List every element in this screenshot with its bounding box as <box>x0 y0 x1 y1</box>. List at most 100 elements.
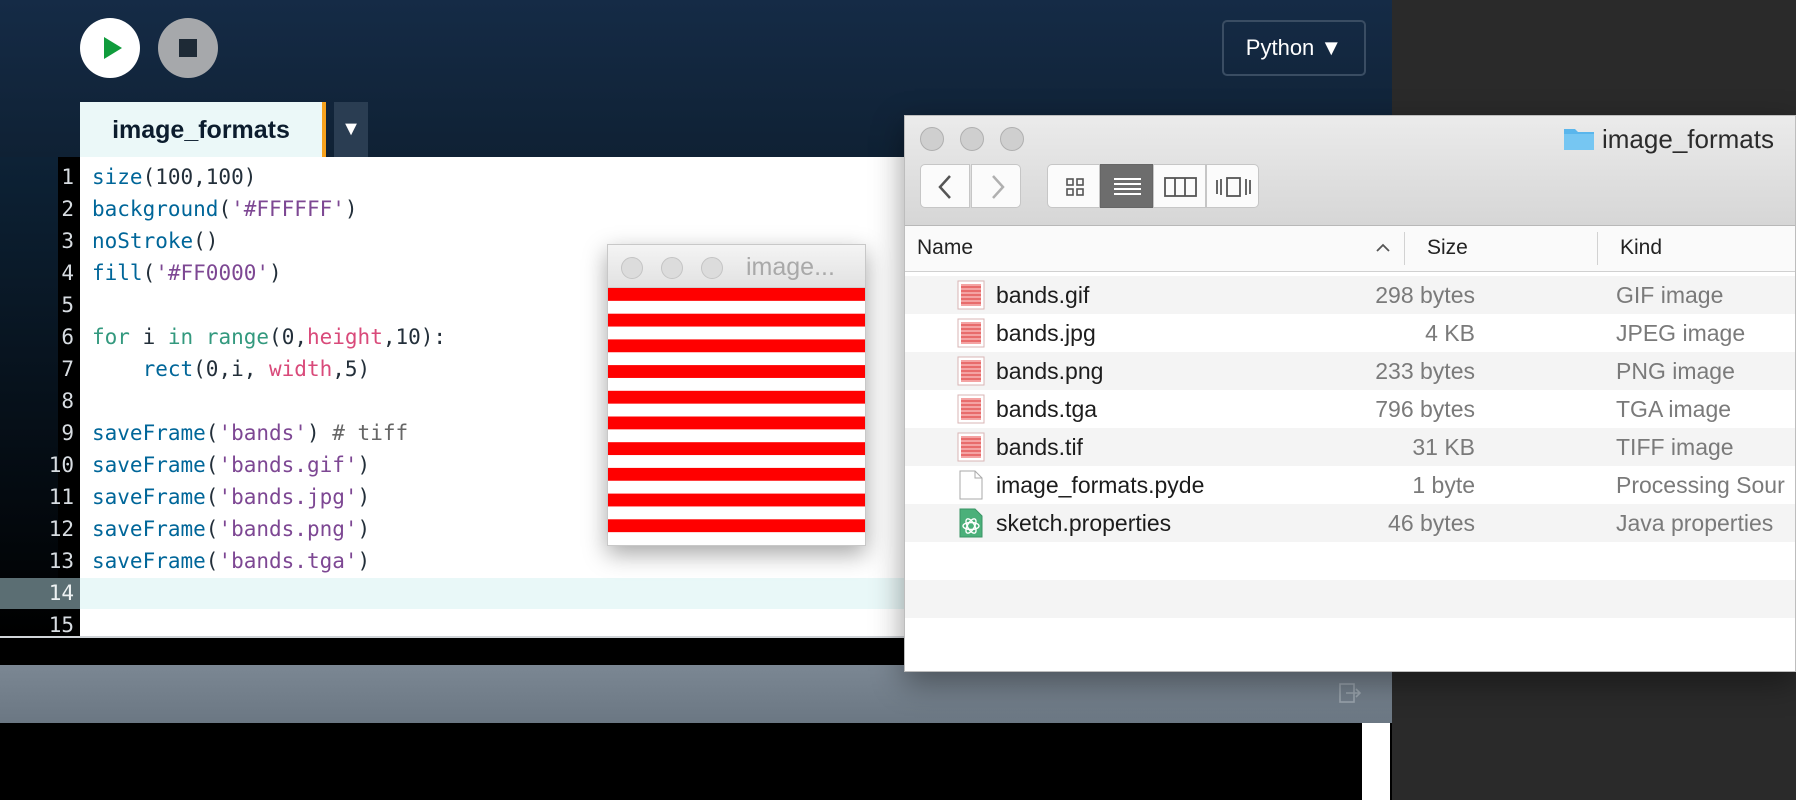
image-icon <box>957 356 985 386</box>
line-number: 14 <box>48 581 74 605</box>
sketch-canvas <box>608 288 865 545</box>
finder-toolbar: image_formats <box>905 116 1795 226</box>
code-line[interactable]: saveFrame('bands.jpg') <box>92 481 370 513</box>
close-button[interactable] <box>621 257 643 279</box>
column-name[interactable]: Name <box>917 236 973 260</box>
tab-menu-button[interactable]: ▼ <box>334 102 368 157</box>
tab-image-formats[interactable]: image_formats <box>80 102 326 157</box>
red-band <box>608 390 865 404</box>
back-button[interactable] <box>920 164 970 208</box>
list-view-button[interactable] <box>1100 164 1153 208</box>
code-line[interactable]: saveFrame('bands.png') <box>92 513 370 545</box>
console-toggle-icon[interactable] <box>1338 681 1362 705</box>
file-name: bands.jpg <box>996 320 1096 346</box>
cover-flow-icon <box>1216 177 1251 197</box>
red-band <box>608 442 865 456</box>
line-number: 7 <box>61 357 74 381</box>
red-band <box>608 288 865 301</box>
sketch-window: image... <box>607 244 866 546</box>
file-size: 1 byte <box>1412 472 1475 498</box>
file-size: 233 bytes <box>1375 358 1475 384</box>
forward-button[interactable] <box>971 164 1021 208</box>
play-icon <box>104 37 122 59</box>
file-row[interactable]: bands.png 233 bytes PNG image <box>905 352 1795 390</box>
red-band <box>608 339 865 353</box>
empty-row <box>905 542 1795 580</box>
file-kind: PNG image <box>1616 358 1735 384</box>
red-band <box>608 313 865 327</box>
red-band <box>608 519 865 533</box>
file-kind: TIFF image <box>1616 434 1734 460</box>
image-icon <box>957 318 985 348</box>
line-number: 10 <box>48 453 74 477</box>
cover-flow-button[interactable] <box>1206 164 1259 208</box>
chevron-left-icon <box>938 175 951 199</box>
console-scrollbar[interactable] <box>1362 723 1390 800</box>
minimize-button[interactable] <box>661 257 683 279</box>
file-kind: Processing Sour <box>1616 472 1785 498</box>
line-number: 11 <box>48 485 74 509</box>
code-line[interactable]: noStroke() <box>92 225 218 257</box>
image-icon <box>957 394 985 424</box>
column-header: Name Size Kind <box>905 226 1795 272</box>
red-band <box>608 467 865 481</box>
file-kind: TGA image <box>1616 396 1732 422</box>
column-view-button[interactable] <box>1153 164 1206 208</box>
file-name: bands.tga <box>996 396 1098 422</box>
code-line[interactable]: for i in range(0,height,10): <box>92 321 446 353</box>
line-number: 5 <box>61 293 74 317</box>
line-number: 2 <box>61 197 74 221</box>
sketch-window-titlebar[interactable]: image... <box>608 245 865 288</box>
finder-window: image_formats Name Size Kind bands.gif 2… <box>904 115 1796 672</box>
run-button[interactable] <box>80 18 140 78</box>
file-kind: Java properties <box>1616 510 1774 536</box>
file-row[interactable]: bands.jpg 4 KB JPEG image <box>905 314 1795 352</box>
code-line[interactable]: saveFrame('bands') # tiff <box>92 417 408 449</box>
zoom-button[interactable] <box>701 257 723 279</box>
file-row[interactable]: sketch.properties 46 bytes Java properties <box>905 504 1795 542</box>
code-line[interactable]: size(100,100) <box>92 161 256 193</box>
column-divider[interactable] <box>1597 232 1598 265</box>
file-kind: GIF image <box>1616 282 1724 308</box>
image-icon <box>957 432 985 462</box>
sort-ascending-icon[interactable] <box>1375 240 1391 256</box>
list-icon <box>1114 178 1141 195</box>
chevron-right-icon <box>992 175 1005 199</box>
console-area <box>0 723 1392 800</box>
close-button[interactable] <box>920 127 944 151</box>
zoom-button[interactable] <box>1000 127 1024 151</box>
file-row[interactable]: image_formats.pyde 1 byte Processing Sour <box>905 466 1795 504</box>
file-name: bands.gif <box>996 282 1090 308</box>
code-line[interactable]: saveFrame('bands.tga') <box>92 545 370 577</box>
file-name: image_formats.pyde <box>996 472 1205 498</box>
console-toolbar <box>0 665 1392 723</box>
column-divider[interactable] <box>1404 232 1405 265</box>
line-number: 12 <box>48 517 74 541</box>
file-size: 796 bytes <box>1375 396 1475 422</box>
code-line[interactable]: saveFrame('bands.gif') <box>92 449 370 481</box>
finder-title: image_formats <box>1602 124 1774 154</box>
folder-icon <box>1564 129 1594 150</box>
empty-row <box>905 618 1795 656</box>
sketch-window-title: image... <box>746 253 835 281</box>
mode-selector-button[interactable]: Python ▼ <box>1222 20 1366 76</box>
line-number: 4 <box>61 261 74 285</box>
image-icon <box>957 280 985 310</box>
file-row[interactable]: bands.tif 31 KB TIFF image <box>905 428 1795 466</box>
line-number: 1 <box>61 165 74 189</box>
file-size: 298 bytes <box>1375 282 1475 308</box>
file-row[interactable]: bands.gif 298 bytes GIF image <box>905 276 1795 314</box>
columns-icon <box>1164 177 1197 197</box>
column-kind[interactable]: Kind <box>1620 236 1662 260</box>
code-line[interactable]: background('#FFFFFF') <box>92 193 358 225</box>
code-line[interactable]: fill('#FF0000') <box>92 257 282 289</box>
file-kind: JPEG image <box>1616 320 1746 346</box>
line-number: 3 <box>61 229 74 253</box>
icon-view-button[interactable] <box>1047 164 1100 208</box>
code-line[interactable]: rect(0,i, width,5) <box>92 353 371 385</box>
red-band <box>608 416 865 430</box>
stop-button[interactable] <box>158 18 218 78</box>
minimize-button[interactable] <box>960 127 984 151</box>
file-row[interactable]: bands.tga 796 bytes TGA image <box>905 390 1795 428</box>
column-size[interactable]: Size <box>1427 236 1468 260</box>
